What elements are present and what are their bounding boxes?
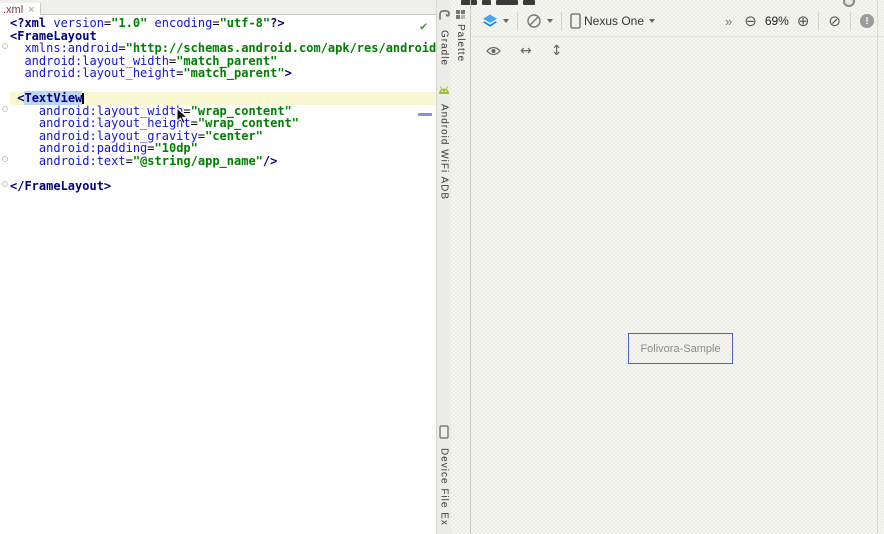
design-preview-panel: Palette Nexus One » ⊖ 69% ⊕ ⊘ ! ↔ ↕ Foli… — [451, 0, 884, 534]
code-line[interactable]: android:layout_height="match_parent"> — [10, 67, 436, 80]
zoom-in-button[interactable]: ⊕ — [797, 13, 810, 29]
scrollbar-selection-mark — [418, 113, 432, 116]
tool-tab-android-wifi-adb[interactable]: Android WiFi ADB — [438, 82, 450, 200]
tool-window-tabs-bottom: Device File Ex — [437, 425, 451, 526]
device-selector-label: Nexus One — [584, 14, 645, 28]
chevron-down-icon — [649, 19, 656, 23]
preview-textview[interactable]: Folivora-Sample — [628, 333, 733, 364]
device-icon — [439, 425, 449, 444]
design-toolbar-row2: ↔ ↕ — [472, 38, 884, 64]
editor-gutter — [0, 15, 10, 534]
design-surface-mode-button[interactable] — [482, 14, 509, 28]
inspection-ok-icon: ✔ — [420, 19, 428, 33]
android-icon — [438, 82, 450, 100]
device-selector[interactable]: Nexus One — [570, 13, 656, 29]
chevron-down-icon — [503, 19, 509, 23]
fold-marker[interactable] — [2, 181, 8, 187]
zoom-reset-button[interactable]: ⊘ — [828, 13, 841, 29]
toolbar-separator — [850, 12, 851, 30]
editor-tab-bar: .xml × — [0, 0, 436, 17]
orientation-button[interactable] — [526, 13, 553, 29]
tool-tab-label: Gradle — [438, 30, 450, 67]
tool-tab-gradle[interactable]: Gradle — [438, 8, 451, 66]
swap-height-button[interactable]: ↕ — [551, 44, 563, 58]
orientation-icon — [527, 14, 541, 28]
toolbar-separator — [818, 12, 820, 30]
code-line[interactable]: </FrameLayout> — [10, 179, 436, 193]
design-toolbar: Nexus One » ⊖ 69% ⊕ ⊘ ! — [472, 6, 884, 37]
design-main: Nexus One » ⊖ 69% ⊕ ⊘ ! ↔ ↕ — [472, 0, 884, 534]
fold-marker[interactable] — [2, 43, 8, 49]
toolbar-separator — [517, 12, 518, 30]
tool-tab-label: Device File Ex — [438, 448, 450, 526]
toolbar-overflow-button[interactable]: » — [725, 14, 732, 29]
warnings-button[interactable]: ! — [860, 14, 874, 28]
swap-width-button[interactable]: ↔ — [520, 44, 532, 58]
chevron-down-icon — [547, 19, 553, 23]
phone-icon — [570, 13, 581, 29]
editor-body[interactable]: <?xml version="1.0" encoding="utf-8"?> <F… — [0, 15, 436, 534]
layers-icon — [483, 14, 497, 27]
mouse-pointer-icon — [176, 107, 189, 125]
tool-window-tabs-top: Gradle Android WiFi ADB — [437, 8, 451, 200]
text-caret — [82, 93, 85, 104]
zoom-level: 69% — [764, 14, 789, 28]
fold-marker[interactable] — [2, 106, 8, 112]
tool-window-bar: Gradle Android WiFi ADB Device File Ex — [436, 0, 451, 534]
code-editor-panel: .xml × <?xml version="1.0" encoding="utf… — [0, 0, 436, 534]
view-options-eye-icon[interactable] — [486, 46, 501, 56]
palette-tab[interactable]: Palette — [451, 0, 471, 534]
palette-tab-label: Palette — [455, 24, 466, 63]
fold-marker[interactable] — [2, 156, 8, 162]
code-line[interactable]: android:text="@string/app_name"/> — [10, 154, 436, 168]
tool-tab-label: Android WiFi ADB — [438, 104, 450, 201]
gradle-icon — [438, 8, 451, 26]
code-area[interactable]: <?xml version="1.0" encoding="utf-8"?> <F… — [0, 17, 436, 193]
toolbar-separator — [561, 12, 562, 30]
tool-tab-device-file-ex[interactable]: Device File Ex — [439, 425, 450, 526]
android-studio-window: .xml × <?xml version="1.0" encoding="utf… — [0, 0, 884, 534]
palette-icon — [456, 10, 465, 19]
zoom-out-button[interactable]: ⊖ — [744, 13, 757, 29]
